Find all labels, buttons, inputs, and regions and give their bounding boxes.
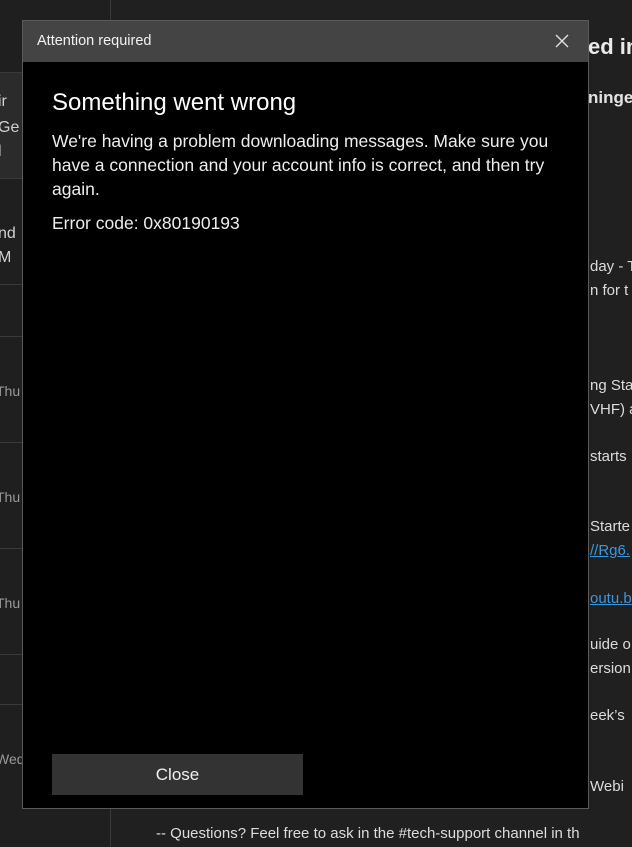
dialog-content: Something went wrong We're having a prob…	[52, 89, 562, 235]
dialog-heading: Something went wrong	[52, 89, 297, 116]
error-dialog: Attention required Something went wrong …	[22, 20, 589, 809]
message-subject: ed in	[588, 34, 632, 59]
message-body-line: n for t	[590, 282, 629, 299]
close-icon[interactable]	[550, 29, 574, 53]
list-item-date: Thu	[0, 383, 21, 399]
list-item-date: Thu	[0, 489, 21, 505]
list-item-date: Thu	[0, 595, 21, 611]
list-item-text: nd	[0, 225, 16, 242]
message-body-line: ersion	[590, 660, 631, 677]
message-body-line: eek’s	[590, 707, 625, 724]
message-sender: ninge	[588, 88, 632, 107]
message-link[interactable]: outu.b	[590, 590, 632, 607]
message-body-line: uide o	[590, 636, 631, 653]
message-body-line: starts	[590, 448, 627, 465]
message-body-line: ng Sta	[590, 377, 632, 394]
error-message: We're having a problem downloading messa…	[52, 131, 549, 199]
list-item-text: l	[0, 143, 2, 161]
list-item-text: Ge	[0, 119, 20, 136]
message-footer: -- Questions? Feel free to ask in the #t…	[156, 825, 580, 842]
list-item-text: ir	[0, 93, 7, 110]
message-body-line: day - T	[590, 258, 632, 275]
message-link[interactable]: //Rg6.	[590, 542, 630, 559]
message-body-line: Webi	[590, 778, 624, 795]
list-item-date: Wed	[0, 751, 25, 767]
close-button[interactable]: Close	[52, 754, 303, 795]
error-code: Error code: 0x80190193	[52, 213, 240, 233]
list-item-text: M	[0, 249, 12, 266]
message-body-line: Starte	[590, 518, 631, 535]
dialog-title: Attention required	[37, 33, 152, 49]
message-body-line: VHF) a	[590, 401, 632, 418]
close-icon-glyph	[555, 34, 569, 48]
dialog-titlebar: Attention required	[23, 21, 588, 62]
